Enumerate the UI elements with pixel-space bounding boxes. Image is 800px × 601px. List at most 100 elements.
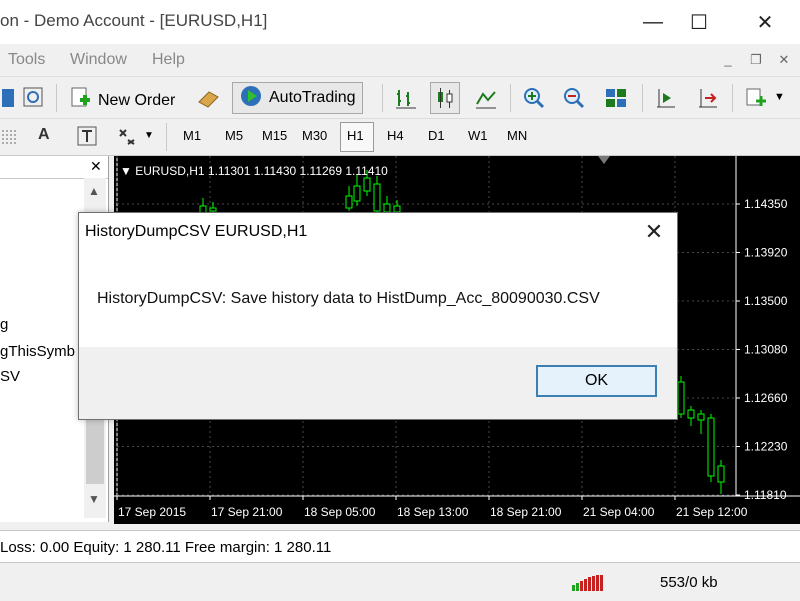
close-icon[interactable]: ✕ <box>90 158 102 175</box>
navigator-item[interactable]: SV <box>0 368 20 385</box>
candle-body <box>353 185 361 202</box>
timeframe-m5[interactable]: M5 <box>225 128 243 143</box>
menu-tools[interactable]: Tools <box>8 51 45 69</box>
text-tool-icon[interactable]: A <box>38 126 50 144</box>
line-chart-icon[interactable] <box>472 84 500 112</box>
candle-body <box>677 381 685 415</box>
navigator-item[interactable]: g <box>0 316 8 333</box>
autoscroll-icon[interactable] <box>694 84 722 112</box>
traffic-counter: 553/0 kb <box>660 574 718 591</box>
new-order-label: New Order <box>98 91 176 109</box>
price-label: 1.12230 <box>744 440 788 454</box>
account-bar: Loss: 0.00 Equity: 1 280.11 Free margin:… <box>0 530 800 563</box>
time-label: 18 Sep 13:00 <box>397 505 469 519</box>
candle-body <box>697 413 705 421</box>
candle-body <box>383 203 391 213</box>
fibonacci-icon[interactable] <box>0 127 20 151</box>
timeframe-w1[interactable]: W1 <box>468 128 488 143</box>
close-button[interactable]: ✕ <box>742 4 788 40</box>
time-label: 18 Sep 21:00 <box>490 505 562 519</box>
maximize-button[interactable]: ☐ <box>676 4 722 40</box>
candle-body <box>707 417 715 477</box>
toolbar-separator <box>56 84 57 112</box>
timeframe-d1[interactable]: D1 <box>428 128 445 143</box>
timeframe-h4[interactable]: H4 <box>387 128 404 143</box>
mdi-restore-button[interactable]: ❐ <box>746 50 766 70</box>
menu-bar: Tools Window Help _ ❐ ✕ <box>0 44 800 76</box>
price-label: 1.11810 <box>744 488 787 502</box>
candle-body <box>717 465 725 483</box>
timeframe-m1[interactable]: M1 <box>183 128 201 143</box>
minimize-button[interactable]: — <box>630 4 676 40</box>
time-label: 18 Sep 05:00 <box>304 505 376 519</box>
standard-toolbar: New Order AutoTrading ▼ <box>0 76 800 119</box>
candle-body <box>687 409 695 419</box>
title-bar: on - Demo Account - [EURUSD,H1] — ☐ ✕ <box>0 0 800 44</box>
dialog-title: HistoryDumpCSV EURUSD,H1 <box>85 223 308 240</box>
zoom-in-icon[interactable] <box>520 84 548 112</box>
market-watch-icon[interactable] <box>194 84 222 112</box>
navigator-header: ✕ <box>0 156 108 179</box>
dialog-footer: OK <box>79 347 677 419</box>
line-studies-toolbar: A ▼ M1 M5 M15 M30 H1 H4 D1 W1 MN <box>0 118 800 156</box>
candle-body <box>345 195 353 209</box>
bar-chart-icon[interactable] <box>392 84 420 112</box>
toolbar-separator <box>510 84 511 112</box>
candle-body <box>373 183 381 212</box>
chevron-down-icon[interactable]: ▼ <box>774 91 785 103</box>
scroll-down-icon[interactable]: ▼ <box>88 492 100 506</box>
connection-status-icon <box>566 573 606 597</box>
new-order-button[interactable]: New Order <box>68 86 175 115</box>
price-label: 1.13080 <box>744 343 788 357</box>
tile-windows-icon[interactable] <box>602 84 630 112</box>
chevron-down-icon[interactable]: ▼ <box>144 130 154 141</box>
time-label: 21 Sep 12:00 <box>676 505 748 519</box>
time-label: 21 Sep 04:00 <box>583 505 655 519</box>
indicators-icon[interactable] <box>742 84 770 112</box>
timeframe-mn[interactable]: MN <box>507 128 527 143</box>
scroll-thumb[interactable] <box>86 418 104 484</box>
mdi-minimize-button[interactable]: _ <box>718 50 738 70</box>
price-label: 1.13500 <box>744 294 788 308</box>
timeframe-m15[interactable]: M15 <box>262 128 287 143</box>
dialog-close-button[interactable]: ✕ <box>639 217 669 247</box>
candlestick-icon[interactable] <box>430 82 460 114</box>
price-label: 1.12660 <box>744 391 788 405</box>
mdi-close-button[interactable]: ✕ <box>774 50 794 70</box>
toolbar-separator <box>382 84 383 112</box>
text-label-icon[interactable] <box>76 125 98 151</box>
chart-symbol-ohlc: EURUSD,H1 1.11301 1.11430 1.11269 1.1141… <box>135 164 388 178</box>
arrows-icon[interactable] <box>116 126 138 152</box>
toolbar-separator <box>642 84 643 112</box>
zoom-out-icon[interactable] <box>560 84 588 112</box>
status-bar: 553/0 kb <box>0 562 800 601</box>
chart-shift-marker-icon[interactable] <box>598 156 610 164</box>
timeframe-h1[interactable]: H1 <box>347 128 364 143</box>
toolbar-separator <box>166 123 167 151</box>
profile-icon[interactable] <box>0 84 22 112</box>
ok-button[interactable]: OK <box>536 365 657 397</box>
dialog-message: HistoryDumpCSV: Save history data to His… <box>97 290 600 307</box>
new-order-icon <box>68 86 92 115</box>
account-summary: Loss: 0.00 Equity: 1 280.11 Free margin:… <box>0 539 332 556</box>
message-dialog: HistoryDumpCSV EURUSD,H1 ✕ HistoryDumpCS… <box>78 212 678 420</box>
candle-body <box>363 177 371 192</box>
auto-trading-icon <box>239 84 263 113</box>
zoom-chart-icon[interactable] <box>20 84 48 112</box>
chart-header: ▼ EURUSD,H1 1.11301 1.11430 1.11269 1.11… <box>120 164 388 178</box>
menu-window[interactable]: Window <box>70 51 127 69</box>
time-label: 17 Sep 2015 <box>118 505 186 519</box>
auto-trading-label: AutoTrading <box>269 89 356 106</box>
chart-menu-icon[interactable]: ▼ <box>120 164 135 178</box>
timeframe-m30[interactable]: M30 <box>302 128 327 143</box>
toolbar-separator <box>732 84 733 112</box>
scroll-up-icon[interactable]: ▲ <box>88 184 100 198</box>
navigator-item[interactable]: gThisSymb <box>0 343 75 360</box>
chart-shift-icon[interactable] <box>652 84 680 112</box>
candle-body <box>209 207 217 212</box>
auto-trading-button[interactable]: AutoTrading <box>232 82 363 114</box>
time-label: 17 Sep 21:00 <box>211 505 283 519</box>
price-label: 1.14350 <box>744 197 788 211</box>
window-title: on - Demo Account - [EURUSD,H1] <box>0 11 268 30</box>
menu-help[interactable]: Help <box>152 51 185 69</box>
